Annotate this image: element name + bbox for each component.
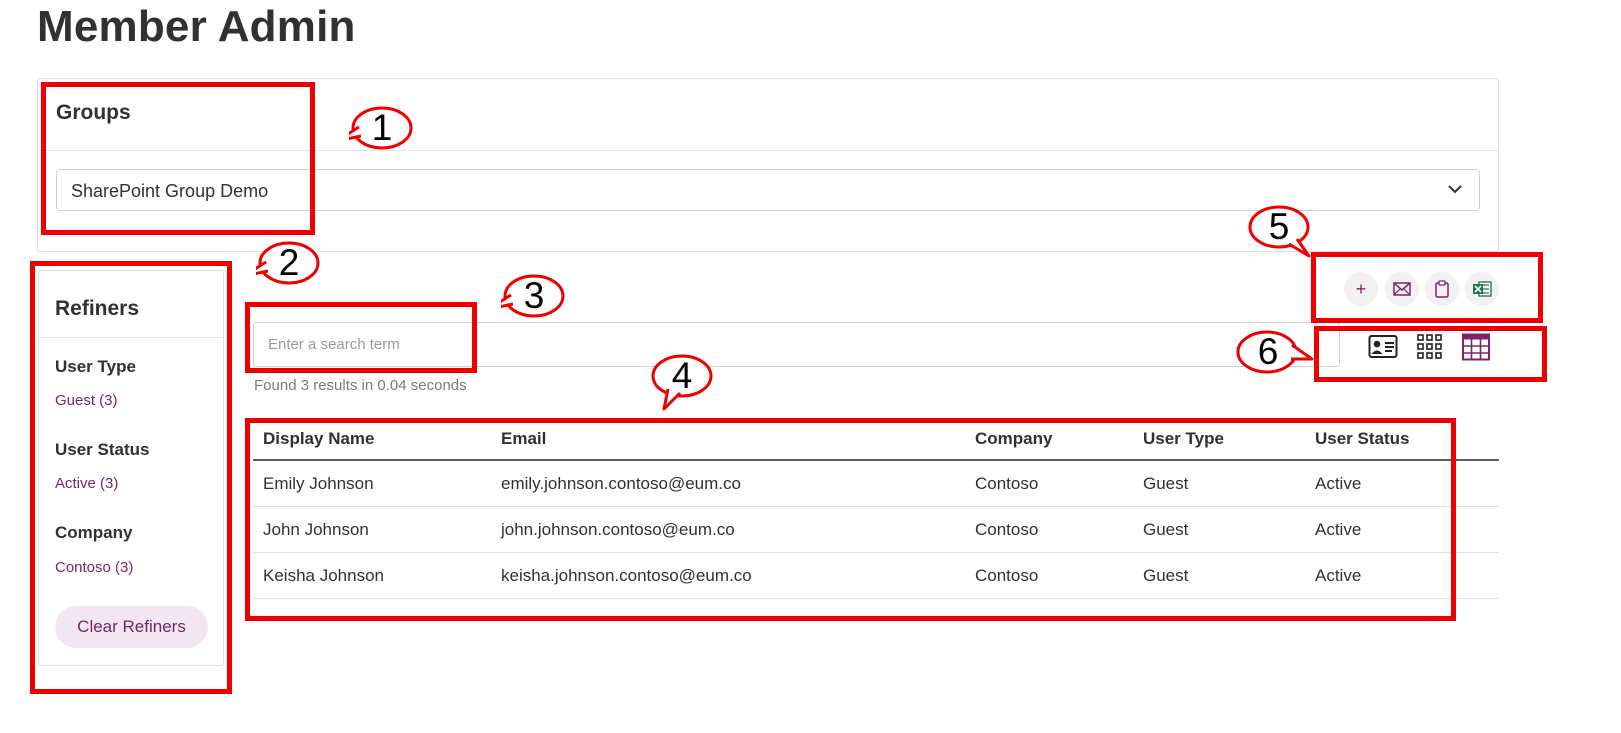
callout-number-4: 4 (671, 355, 693, 396)
annotation-box-6 (1314, 326, 1547, 382)
annotation-box-3 (245, 302, 477, 373)
chevron-down-icon (1448, 185, 1462, 194)
callout-number-2: 2 (278, 242, 300, 283)
callout-number-1: 1 (371, 107, 393, 148)
callout-number-5: 5 (1268, 206, 1290, 247)
callout-number-6: 6 (1257, 331, 1279, 372)
annotation-box-5 (1311, 252, 1543, 323)
callout-number-3: 3 (523, 275, 545, 316)
annotation-box-4 (245, 418, 1456, 621)
annotation-box-2 (30, 261, 232, 694)
annotation-box-1 (41, 82, 315, 235)
page-title: Member Admin (37, 2, 356, 51)
search-result-info: Found 3 results in 0.04 seconds (254, 377, 467, 394)
